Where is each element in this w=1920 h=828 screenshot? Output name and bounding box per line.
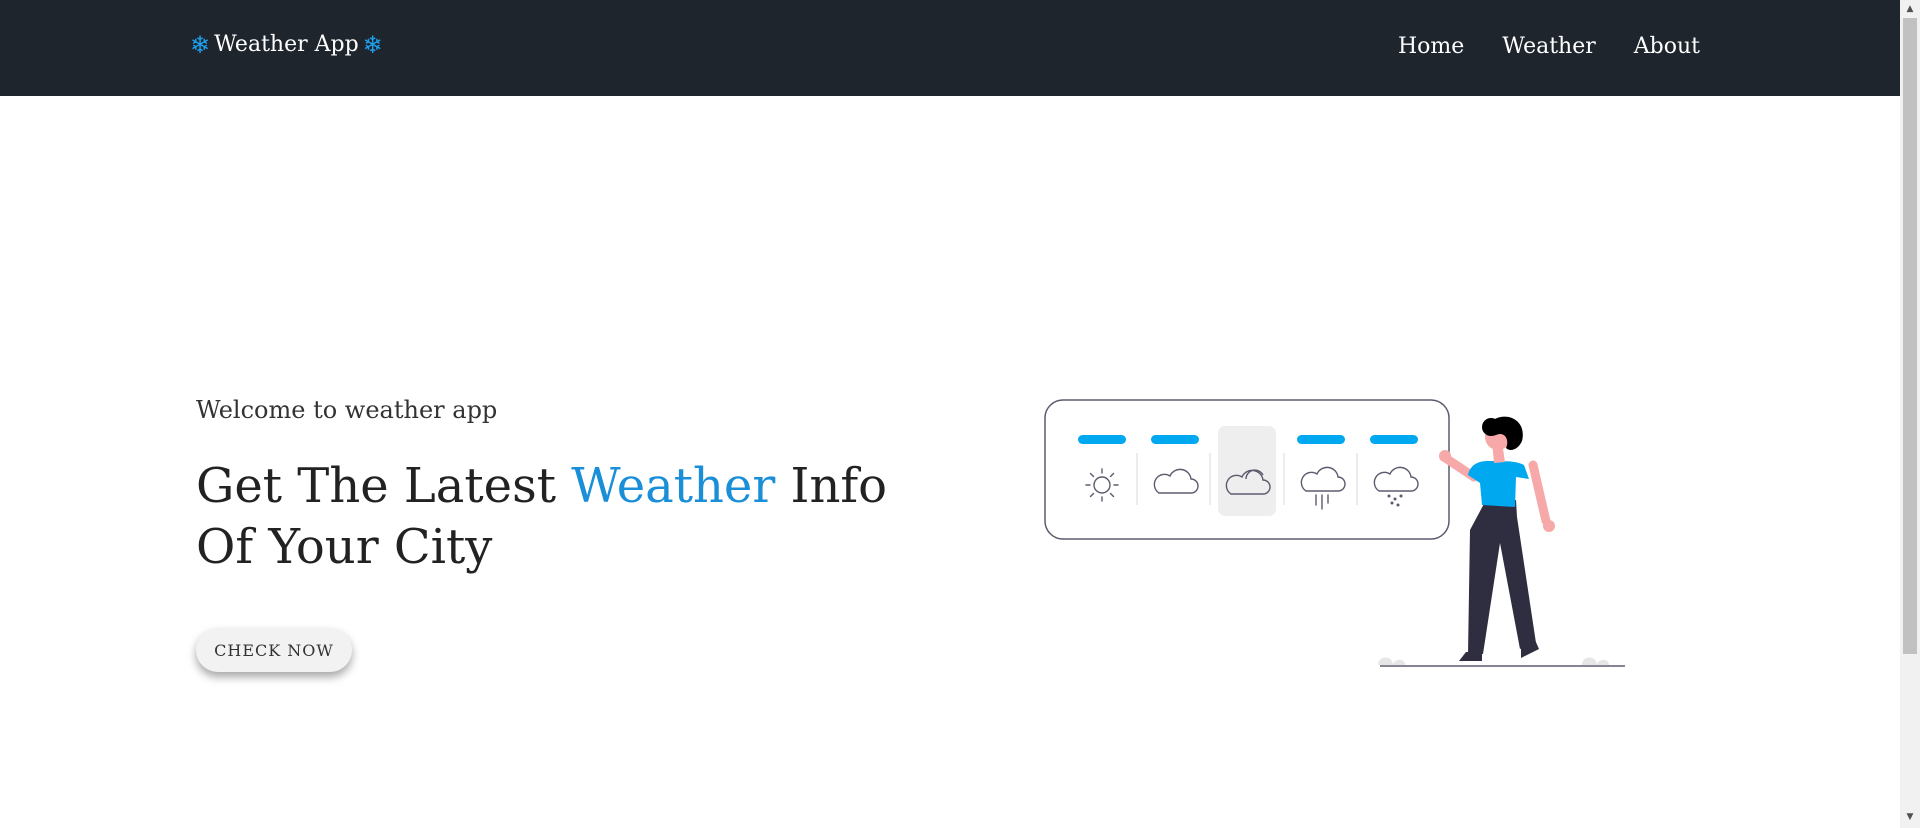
brand-title: Weather App [214, 32, 359, 57]
woman-pointing-figure [1439, 416, 1555, 661]
weather-illustration [1044, 399, 1625, 667]
welcome-text: Welcome to weather app [196, 396, 498, 424]
snowflake-icon: ❄ [190, 30, 211, 59]
nav-link-weather[interactable]: Weather [1502, 34, 1596, 59]
scrollbar-thumb[interactable] [1903, 18, 1917, 654]
nav-link-home[interactable]: Home [1398, 34, 1464, 59]
snowflake-icon: ❄ [362, 30, 383, 59]
scroll-up-icon[interactable]: ▲ [1904, 2, 1916, 16]
hero: Welcome to weather app Get The Latest We… [196, 396, 936, 578]
ground-shrubs [1378, 657, 1609, 665]
brand[interactable]: ❄ Weather App ❄ [190, 32, 383, 57]
navbar: ❄ Weather App ❄ Home Weather About [0, 0, 1900, 96]
scroll-down-icon[interactable]: ▼ [1904, 810, 1916, 824]
headline-part-1: Get The Latest [196, 458, 572, 514]
hero-headline: Get The Latest Weather Info Of Your City [196, 456, 936, 578]
headline-accent: Weather [571, 458, 776, 514]
nav-links: Home Weather About [1398, 34, 1700, 59]
nav-link-about[interactable]: About [1634, 34, 1700, 59]
check-now-button[interactable]: CHECK NOW [196, 628, 352, 672]
